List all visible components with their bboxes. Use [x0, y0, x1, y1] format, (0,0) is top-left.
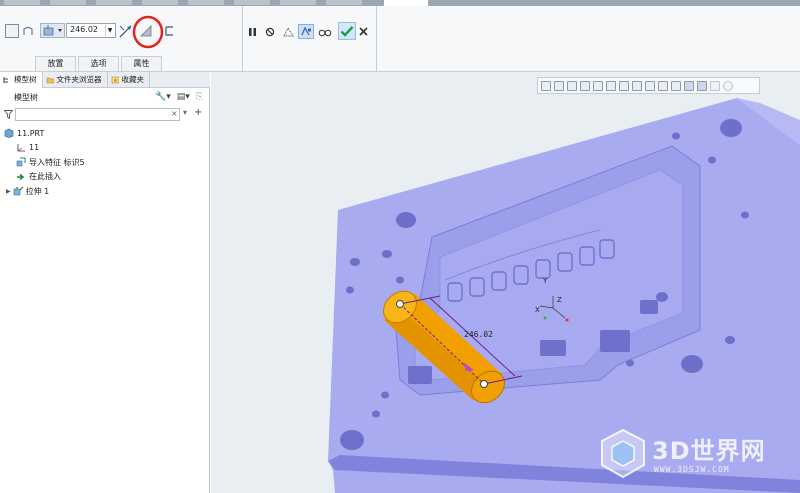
- extrude-icon: [13, 186, 23, 196]
- ribbon-tab[interactable]: [4, 0, 40, 5]
- panel-options-icon[interactable]: ⎘: [196, 92, 203, 102]
- tree-item-csys[interactable]: 11: [0, 141, 210, 156]
- ribbon-tab[interactable]: [326, 0, 362, 5]
- zoom-out-icon[interactable]: [567, 80, 577, 91]
- drag-handle-start[interactable]: [396, 300, 404, 308]
- highlight-circle: [132, 15, 164, 49]
- folder-browser-icon: [46, 77, 54, 84]
- solid-extrude-icon[interactable]: [5, 24, 19, 38]
- cancel-button[interactable]: [358, 26, 369, 37]
- axis-label-z: Z: [557, 296, 562, 304]
- watermark-logo: 3D世界网 WWW.3DSJW.COM: [598, 425, 798, 485]
- tab-folder-browser[interactable]: 文件夹浏览器: [43, 72, 108, 88]
- axis-label-x: X: [535, 306, 540, 314]
- saved-views-icon[interactable]: [619, 80, 629, 91]
- tree-item-label: 11: [29, 143, 40, 153]
- thicken-sketch-icon[interactable]: [162, 24, 176, 38]
- show-columns-icon[interactable]: ▤▾: [177, 92, 190, 102]
- expand-arrow-icon[interactable]: ▶: [6, 188, 11, 195]
- tab-label: 收藏夹: [121, 75, 145, 84]
- repaint-icon[interactable]: [580, 80, 590, 91]
- tree-item-label: 在此插入: [29, 172, 61, 182]
- verify-glasses-icon[interactable]: [317, 25, 332, 38]
- axis-label-y: Y: [542, 277, 548, 285]
- watermark-title: 3D世界网: [652, 437, 766, 465]
- dimension-label[interactable]: 246.02: [464, 330, 493, 339]
- pause-icon[interactable]: [247, 26, 259, 38]
- depth-option-dropdown[interactable]: [40, 23, 65, 38]
- model-tree-title: 模型树: [14, 93, 38, 102]
- depth-value-text: 246.02: [70, 25, 98, 34]
- graphics-toolbar: [537, 77, 760, 94]
- favorites-icon: [111, 76, 119, 84]
- tree-item-import-feature[interactable]: 导入特征 标识5: [0, 155, 210, 170]
- tree-item-label: 拉伸 1: [25, 186, 50, 196]
- ribbon-tab[interactable]: [280, 0, 316, 5]
- dashboard-tabs: 放置 选项 属性: [35, 56, 164, 71]
- help-icon[interactable]: [723, 80, 733, 91]
- watermark-url: WWW.3DSJW.COM: [654, 465, 730, 474]
- appearance-icon[interactable]: [710, 80, 720, 91]
- ribbon-tab[interactable]: [50, 0, 86, 5]
- part-icon: [4, 128, 14, 139]
- spin-center-icon[interactable]: [697, 80, 707, 91]
- refit-icon[interactable]: [541, 80, 551, 91]
- tab-properties[interactable]: 属性: [121, 56, 162, 71]
- display-style-icon[interactable]: [606, 80, 616, 91]
- tree-item-extrude[interactable]: ▶ 拉伸 1: [0, 184, 210, 199]
- annotation-display-icon[interactable]: [684, 80, 694, 91]
- tab-placement[interactable]: 放置: [35, 56, 76, 71]
- pan-icon[interactable]: [593, 80, 603, 91]
- import-feature-icon: [16, 157, 26, 167]
- insert-here-arrow-icon: [16, 172, 26, 182]
- surface-extrude-icon[interactable]: [21, 23, 35, 38]
- drag-handle-end[interactable]: [480, 380, 488, 388]
- close-icon: [359, 27, 368, 36]
- depth-combo-arrow-icon[interactable]: ▼: [105, 25, 114, 36]
- tree-item-label: 11.PRT: [17, 128, 45, 138]
- tab-options[interactable]: 选项: [78, 56, 119, 71]
- navigator-tabs: 模型树 文件夹浏览器 收藏夹: [0, 72, 210, 88]
- depth-value-input[interactable]: 246.02 ▼: [66, 23, 116, 38]
- tab-favorites[interactable]: 收藏夹: [108, 72, 150, 88]
- model-tree-tools: 🔧▾ ▤▾ ⎘: [155, 92, 203, 102]
- tree-item-label: 导入特征 标识5: [29, 157, 85, 167]
- tree-item-part[interactable]: 11.PRT: [0, 126, 210, 141]
- clear-filter-icon[interactable]: ×: [171, 109, 178, 118]
- view-manager-icon[interactable]: [632, 80, 642, 91]
- cube-logo-icon: [601, 428, 645, 479]
- datum-display-icon[interactable]: [671, 80, 681, 91]
- ribbon-tab[interactable]: [96, 0, 132, 5]
- confirm-button[interactable]: [338, 22, 356, 40]
- model-tree: 11.PRT 11 导入特征 标识5 在此插入 ▶ 拉伸 1: [0, 126, 210, 199]
- no-preview-icon[interactable]: [264, 26, 276, 38]
- dashboard-separator: [242, 6, 243, 72]
- feature-preview-icon[interactable]: [298, 24, 314, 39]
- filter-icon[interactable]: [4, 110, 13, 119]
- navigator-panel: 模型树 文件夹浏览器 收藏夹 模型树 🔧▾ ▤▾ ⎘ × ▾ + 11.PRT …: [0, 72, 210, 493]
- filter-row: × ▾ +: [0, 107, 210, 123]
- add-filter-icon[interactable]: +: [194, 107, 202, 118]
- ribbon-tab[interactable]: [234, 0, 270, 5]
- extrude-dashboard: 246.02 ▼ 放置 选项 属性: [0, 6, 800, 72]
- tab-label: 模型树: [14, 75, 37, 84]
- settings-tools-icon[interactable]: 🔧▾: [155, 92, 171, 102]
- checkmark-icon: [340, 26, 354, 37]
- section-icon[interactable]: [658, 80, 668, 91]
- ribbon-tab[interactable]: [188, 0, 224, 5]
- geometry-preview-icon[interactable]: [281, 25, 295, 38]
- zoom-in-icon[interactable]: [554, 80, 564, 91]
- tab-label: 文件夹浏览器: [56, 75, 102, 84]
- tree-item-insert-here[interactable]: 在此插入: [0, 170, 210, 185]
- csys-icon: [16, 143, 26, 153]
- dashboard-separator: [376, 6, 377, 72]
- filter-dropdown-icon[interactable]: ▾: [183, 108, 187, 117]
- perspective-icon[interactable]: [645, 80, 655, 91]
- ribbon-tab[interactable]: [142, 0, 178, 5]
- tab-model-tree[interactable]: 模型树: [0, 72, 43, 88]
- model-tree-icon: [3, 77, 8, 83]
- filter-input[interactable]: [15, 108, 180, 121]
